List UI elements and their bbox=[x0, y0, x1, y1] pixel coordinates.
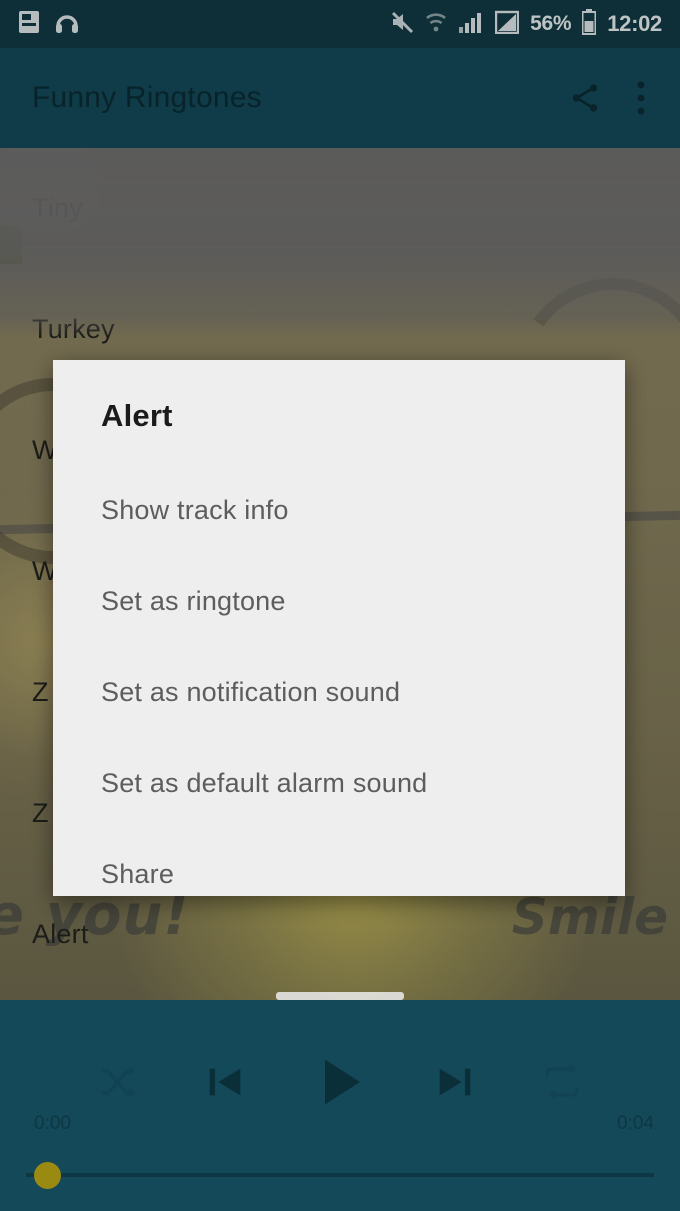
dialog-item-label: Set as ringtone bbox=[101, 586, 286, 616]
dialog-item-set-as-ringtone[interactable]: Set as ringtone bbox=[53, 556, 625, 647]
player-controls bbox=[0, 1052, 680, 1112]
total-time-label: 0:04 bbox=[617, 1113, 654, 1134]
seek-bar-track bbox=[26, 1173, 654, 1177]
current-time-label: 0:00 bbox=[34, 1113, 71, 1134]
dialog-item-label: Set as default alarm sound bbox=[101, 768, 428, 798]
repeat-icon[interactable] bbox=[540, 1060, 584, 1104]
dialog-item-set-as-notification-sound[interactable]: Set as notification sound bbox=[53, 647, 625, 738]
alert-dialog: Alert Show track info Set as ringtone Se… bbox=[53, 360, 625, 896]
dialog-item-label: Set as notification sound bbox=[101, 677, 401, 707]
dialog-item-list: Show track info Set as ringtone Set as n… bbox=[53, 465, 625, 896]
next-track-icon[interactable] bbox=[432, 1059, 478, 1105]
dialog-item-set-as-default-alarm-sound[interactable]: Set as default alarm sound bbox=[53, 738, 625, 829]
dialog-item-label: Share bbox=[101, 859, 175, 889]
phone-screen: e you! Smile Tiny Turkey W W Z Z Alert bbox=[0, 0, 680, 1211]
seek-bar-thumb[interactable] bbox=[34, 1162, 61, 1189]
player-bar: 0:00 0:04 bbox=[0, 1000, 680, 1211]
dialog-item-label: Show track info bbox=[101, 495, 289, 525]
play-icon[interactable] bbox=[310, 1052, 370, 1112]
dialog-item-share[interactable]: Share bbox=[53, 829, 625, 896]
seek-bar[interactable] bbox=[26, 1160, 654, 1190]
dialog-title: Alert bbox=[101, 398, 173, 433]
dialog-item-show-track-info[interactable]: Show track info bbox=[53, 465, 625, 556]
previous-track-icon[interactable] bbox=[202, 1059, 248, 1105]
navigation-hint-pill bbox=[276, 992, 404, 1000]
shuffle-icon[interactable] bbox=[96, 1060, 140, 1104]
